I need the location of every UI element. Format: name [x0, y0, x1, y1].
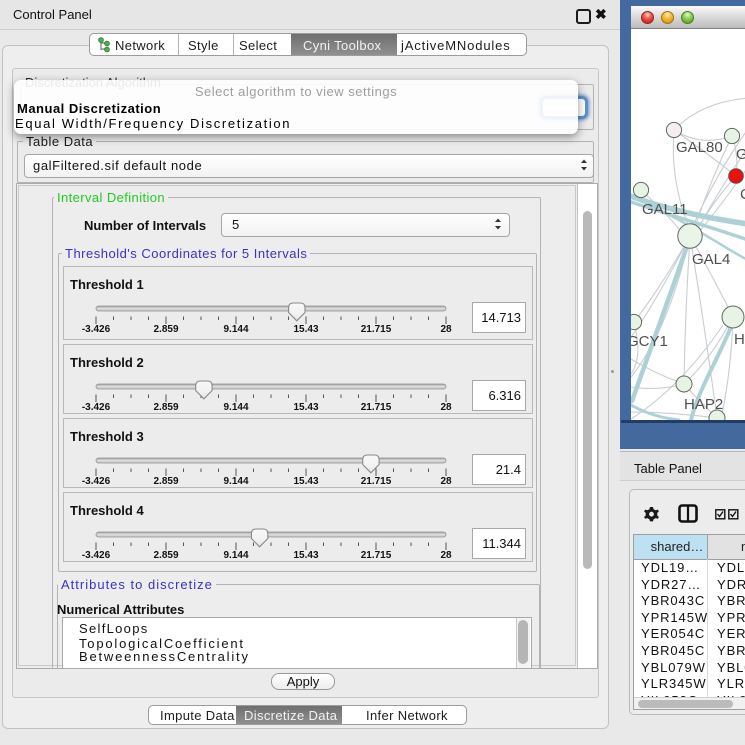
svg-text:H: H	[734, 331, 745, 348]
svg-text:GA: GA	[736, 146, 745, 163]
svg-text:GAL11: GAL11	[642, 201, 688, 218]
svg-text:GCY1: GCY1	[631, 333, 668, 350]
svg-text:GAL4: GAL4	[692, 251, 730, 268]
svg-text:HAP2: HAP2	[684, 396, 723, 413]
svg-text:GAL80: GAL80	[676, 139, 723, 156]
svg-text:C: C	[740, 186, 745, 203]
